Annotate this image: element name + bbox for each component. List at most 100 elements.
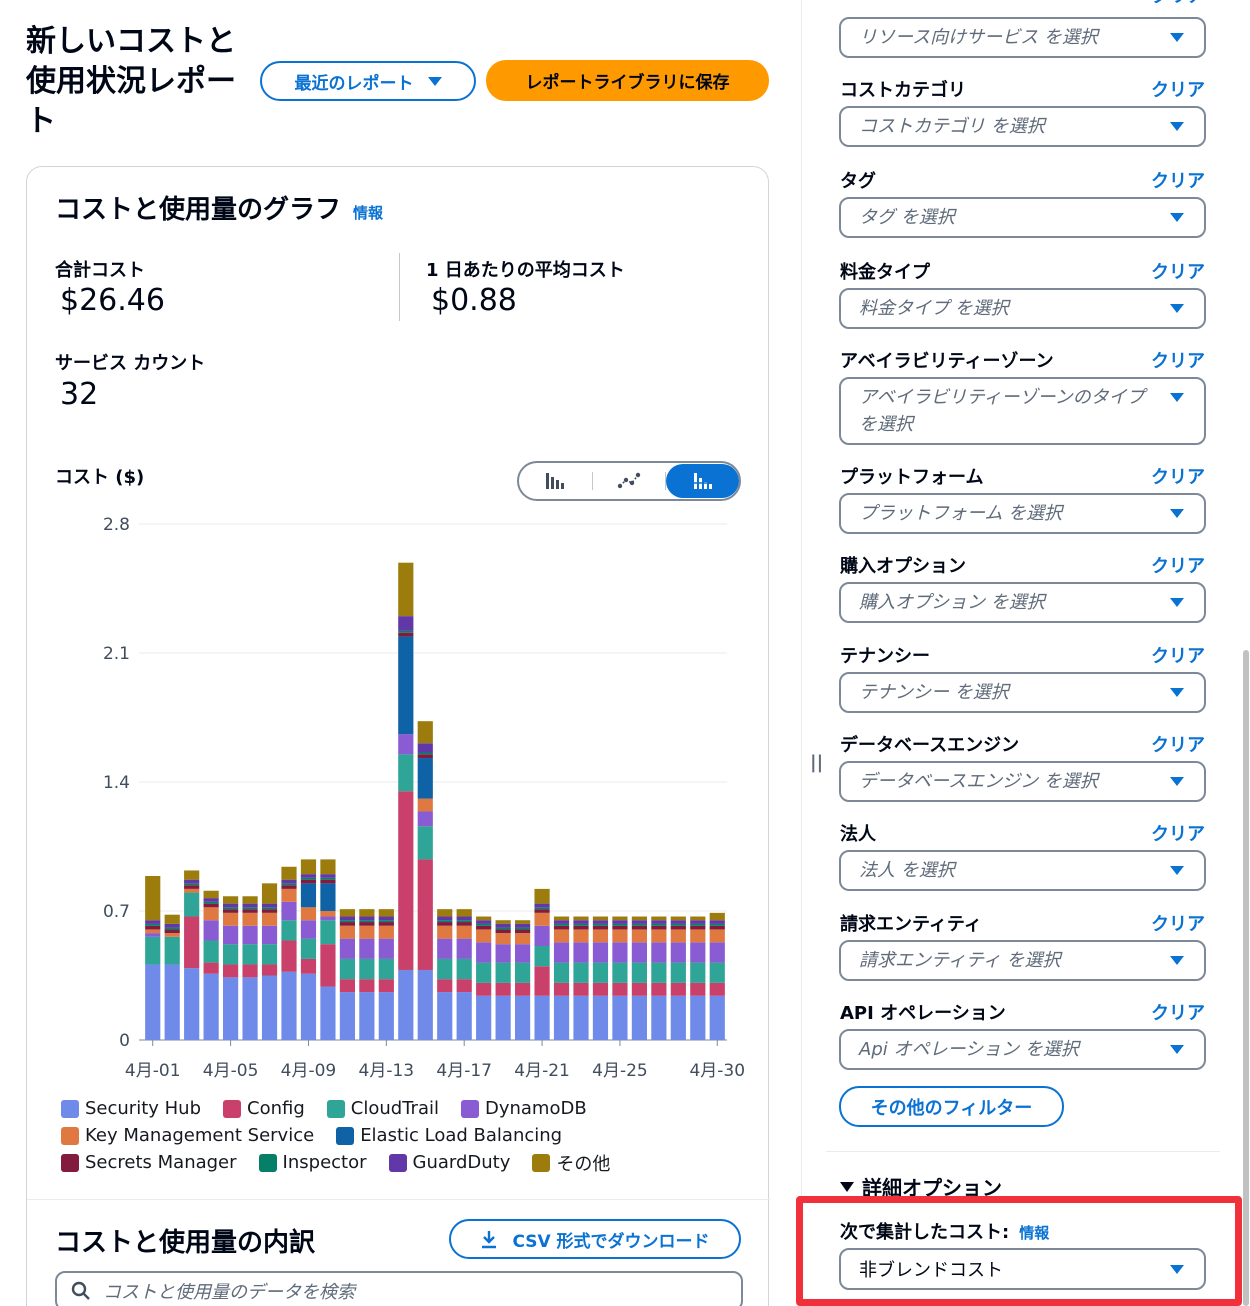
- bar-segment: [203, 907, 219, 921]
- legend-item-guardduty[interactable]: GuardDuty: [388, 1152, 510, 1173]
- bar-segment: [573, 925, 589, 930]
- bar-segment: [573, 923, 589, 926]
- legend-item-elb[interactable]: Elastic Load Balancing: [336, 1125, 562, 1146]
- legend-item-security-hub[interactable]: Security Hub: [61, 1098, 201, 1119]
- filter-clear-link[interactable]: クリア: [1151, 463, 1205, 489]
- filter-select[interactable]: リソース向けサービス を選択: [839, 17, 1206, 58]
- bar-segment: [203, 920, 219, 941]
- bar-segment: [670, 923, 686, 926]
- filter-select[interactable]: 料金タイプ を選択: [839, 288, 1206, 329]
- bar-segment: [495, 929, 511, 934]
- more-filters-button[interactable]: その他のフィルター: [839, 1086, 1064, 1127]
- filter-select[interactable]: テナンシー を選択: [839, 672, 1206, 713]
- caret-down-icon: [1170, 956, 1184, 965]
- bar-segment: [476, 929, 492, 943]
- bar-segment: [320, 859, 336, 875]
- legend-item-dynamodb[interactable]: DynamoDB: [460, 1098, 587, 1119]
- filter-select[interactable]: 法人 を選択: [839, 850, 1206, 891]
- bar-segment: [553, 923, 570, 926]
- filter-select[interactable]: タグ を選択: [839, 197, 1206, 238]
- bar-segment: [359, 920, 375, 923]
- legend-item-kms[interactable]: Key Management Service: [61, 1125, 314, 1146]
- bar-segment: [417, 743, 433, 753]
- filter-clear-link[interactable]: クリア: [1151, 552, 1205, 578]
- breakdown-search-input[interactable]: コストと使用量のデータを検索: [55, 1271, 743, 1306]
- filter-clear-link[interactable]: クリア: [1151, 731, 1205, 757]
- aggregate-info-link[interactable]: 情報: [1019, 1222, 1049, 1243]
- bar-segment: [398, 969, 414, 1040]
- filter-clear-link[interactable]: クリア: [1151, 820, 1205, 846]
- legend-item-config[interactable]: Config: [223, 1098, 305, 1119]
- filter-select[interactable]: コストカテゴリ を選択: [839, 106, 1206, 147]
- bar-segment: [709, 942, 725, 963]
- csv-download-button[interactable]: CSV 形式でダウンロード: [449, 1219, 741, 1259]
- filter-panel-scrollbar[interactable]: [1243, 650, 1249, 1306]
- bar-segment: [495, 923, 511, 928]
- bar-segment: [281, 866, 297, 880]
- resize-handle-icon[interactable]: ||: [810, 752, 823, 773]
- bar-segment: [476, 995, 492, 1040]
- filter-select[interactable]: 請求エンティティ を選択: [839, 940, 1206, 981]
- x-tick-label: 4月-17: [436, 1061, 492, 1081]
- filter-clear-link[interactable]: クリア: [1151, 76, 1205, 102]
- bar-segment: [515, 962, 531, 983]
- filter-clear-link[interactable]: クリア: [1151, 999, 1205, 1025]
- caret-down-icon: [1170, 393, 1184, 402]
- bar-segment: [320, 986, 336, 1040]
- x-tick-label: 4月-09: [281, 1061, 337, 1081]
- bar-segment: [495, 982, 511, 996]
- filter-select[interactable]: データベースエンジン を選択: [839, 761, 1206, 802]
- legend-item-secrets-manager[interactable]: Secrets Manager: [61, 1152, 237, 1173]
- stacked-bar-chart: 0 0.7 1.4 2.1 2.8 4月-01 4月-05 4月-09 4月-13 4月-17 4月…: [103, 515, 745, 1081]
- filter-label: データベースエンジン: [840, 735, 1020, 756]
- filter-select-placeholder: Api オペレーション を選択: [859, 1039, 1079, 1060]
- legend-item-inspector[interactable]: Inspector: [258, 1152, 367, 1173]
- aggregate-cost-select[interactable]: 非ブレンドコスト: [839, 1248, 1206, 1290]
- save-to-library-button[interactable]: レポートライブラリに保存: [486, 60, 769, 101]
- y-tick-label: 0.7: [103, 902, 130, 922]
- bar-segment: [203, 962, 219, 974]
- bar-segment: [690, 995, 706, 1040]
- bar-segment: [651, 916, 667, 921]
- bar-segment: [261, 925, 278, 945]
- filter-clear-link[interactable]: クリア: [1151, 0, 1205, 8]
- bar-segment: [437, 920, 453, 923]
- bar-segment: [437, 925, 453, 939]
- y-tick-label: 0: [119, 1031, 130, 1051]
- bar-segment: [378, 916, 394, 921]
- filter-label: プラットフォーム: [840, 467, 984, 488]
- y-tick-label: 2.1: [103, 644, 130, 664]
- filter-clear-link[interactable]: クリア: [1151, 258, 1205, 284]
- bar-segment: [709, 929, 725, 943]
- filter-select[interactable]: Api オペレーション を選択: [839, 1029, 1206, 1070]
- bar-segment: [456, 938, 472, 959]
- bar-segment: [184, 916, 200, 969]
- bar-segment: [164, 936, 180, 965]
- legend-item-cloudtrail[interactable]: CloudTrail: [326, 1098, 439, 1119]
- bar-segment: [359, 909, 375, 917]
- bar-segment: [670, 920, 686, 924]
- filter-label: テナンシー: [840, 646, 930, 667]
- bar-segment: [709, 912, 725, 921]
- bar-segment: [320, 920, 336, 945]
- bar-segment: [631, 982, 647, 996]
- bar-segment: [437, 922, 453, 926]
- filter-clear-link[interactable]: クリア: [1151, 642, 1205, 668]
- filter-clear-link[interactable]: クリア: [1151, 167, 1205, 193]
- legend-item-other[interactable]: その他: [532, 1150, 610, 1176]
- bar-segment: [437, 958, 453, 980]
- bar-segment: [515, 923, 531, 928]
- filter-select[interactable]: プラットフォーム を選択: [839, 493, 1206, 534]
- bar-segment: [320, 944, 336, 987]
- caret-down-icon: [1170, 122, 1184, 131]
- filter-select[interactable]: アベイラビリティーゾーンのタイプ を選択: [839, 377, 1206, 445]
- bar-segment: [242, 925, 258, 945]
- bar-segment: [417, 859, 433, 970]
- filter-clear-link[interactable]: クリア: [1151, 347, 1205, 373]
- filter-select-placeholder: プラットフォーム を選択: [859, 503, 1063, 524]
- recent-reports-button[interactable]: 最近のレポート: [260, 61, 476, 101]
- caret-down-icon: [1170, 304, 1184, 313]
- filter-select[interactable]: 購入オプション を選択: [839, 582, 1206, 623]
- bar-segment: [690, 982, 706, 996]
- filter-clear-link[interactable]: クリア: [1151, 910, 1205, 936]
